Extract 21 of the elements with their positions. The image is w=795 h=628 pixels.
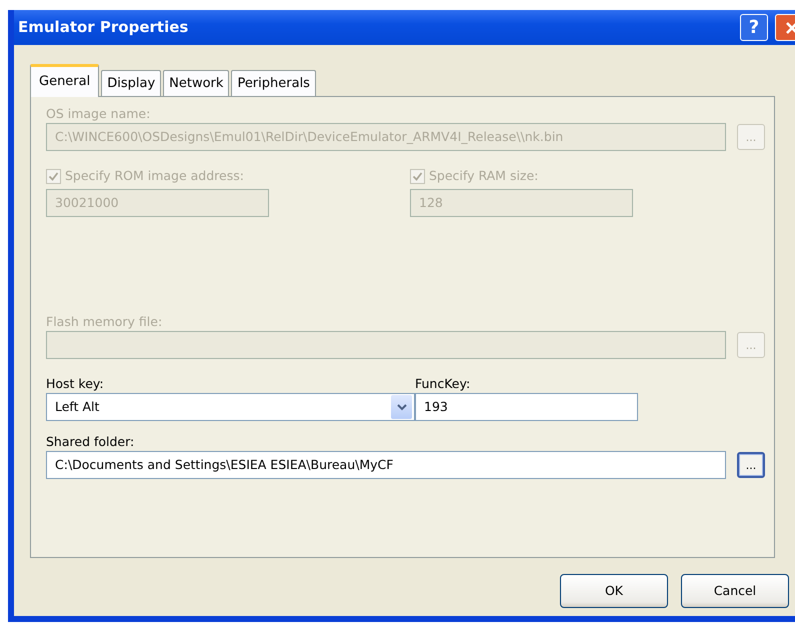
field-label: OS image name: xyxy=(46,105,152,123)
tab[interactable]: General xyxy=(30,64,100,97)
dropdown[interactable]: Left Alt xyxy=(46,393,415,421)
field-label: Flash memory file: xyxy=(46,313,164,331)
tab[interactable]: Display xyxy=(101,70,162,96)
dialog-button[interactable]: OK xyxy=(560,574,668,608)
input-field[interactable]: 193 xyxy=(415,393,638,421)
dropdown-value: Left Alt xyxy=(55,398,100,416)
browse-button[interactable]: ... xyxy=(737,452,765,478)
window-title: Emulator Properties xyxy=(18,17,190,38)
tab[interactable]: Network xyxy=(163,70,230,96)
checkbox-label: Specify ROM image address: xyxy=(65,167,244,185)
chevron-down-icon xyxy=(396,403,406,411)
help-button[interactable]: ? xyxy=(740,14,768,41)
dialog-button[interactable]: Cancel xyxy=(681,574,789,608)
input-field[interactable]: C:\Documents and Settings\ESIEA ESIEA\Bureau\MyCF xyxy=(46,451,726,479)
field-label: FuncKey: xyxy=(415,375,472,393)
field-label: Shared folder: xyxy=(46,433,136,451)
checkbox-label: Specify RAM size: xyxy=(429,167,538,185)
tab[interactable]: Peripherals xyxy=(231,70,316,96)
field-label: Host key: xyxy=(46,375,105,393)
